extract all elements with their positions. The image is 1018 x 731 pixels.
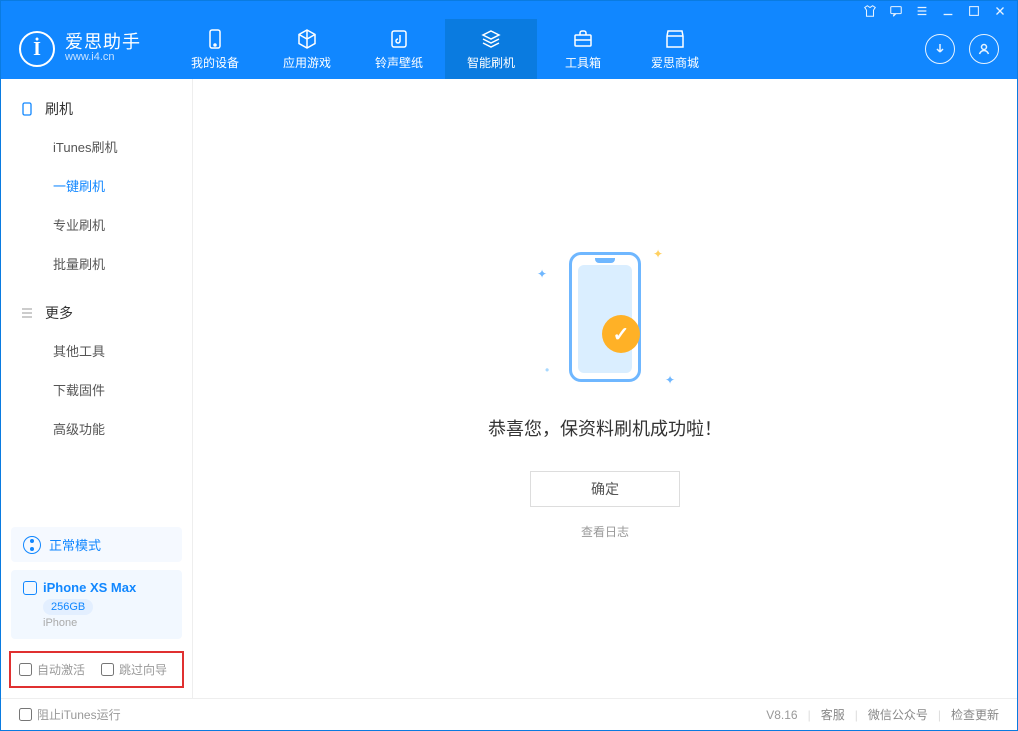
block-itunes-checkbox[interactable]: 阻止iTunes运行: [19, 706, 121, 723]
sidebar-item-download-firmware[interactable]: 下载固件: [1, 370, 192, 409]
store-icon: [663, 27, 687, 51]
nav-label: 我的设备: [191, 54, 239, 71]
divider: |: [808, 708, 811, 722]
cube-icon: [295, 27, 319, 51]
nav-ringtones[interactable]: 铃声壁纸: [353, 19, 445, 79]
sparkle-icon: •: [545, 363, 549, 377]
auto-activate-label: 自动激活: [37, 661, 85, 678]
mode-label: 正常模式: [49, 535, 101, 554]
sidebar-item-advanced[interactable]: 高级功能: [1, 409, 192, 448]
music-icon: [387, 27, 411, 51]
nav-label: 应用游戏: [283, 54, 331, 71]
device-name: iPhone XS Max: [43, 580, 136, 595]
nav-label: 爱思商城: [651, 54, 699, 71]
view-log-link[interactable]: 查看日志: [581, 523, 629, 540]
sidebar-section-more: 更多 其他工具 下载固件 高级功能: [1, 283, 192, 448]
device-type: iPhone: [43, 617, 170, 629]
sidebar-item-oneclick-flash[interactable]: 一键刷机: [1, 166, 192, 205]
nav-apps[interactable]: 应用游戏: [261, 19, 353, 79]
nav-label: 工具箱: [565, 54, 601, 71]
sparkle-icon: ✦: [665, 373, 675, 387]
wechat-link[interactable]: 微信公众号: [868, 706, 928, 723]
flash-options: 自动激活 跳过向导: [9, 651, 184, 688]
success-message: 恭喜您，保资料刷机成功啦！: [488, 415, 722, 441]
body: 刷机 iTunes刷机 一键刷机 专业刷机 批量刷机 更多 其他工具 下载固件 …: [1, 79, 1017, 698]
device-mode[interactable]: 正常模式: [11, 527, 182, 562]
divider: |: [855, 708, 858, 722]
header-right: [925, 34, 999, 64]
list-icon: [19, 305, 35, 321]
device-storage: 256GB: [43, 599, 93, 615]
nav-toolbox[interactable]: 工具箱: [537, 19, 629, 79]
phone-illustration: ✓: [569, 252, 641, 382]
sidebar-item-other-tools[interactable]: 其他工具: [1, 331, 192, 370]
section-head: 更多: [1, 299, 192, 331]
toolbox-icon: [571, 27, 595, 51]
user-button[interactable]: [969, 34, 999, 64]
customer-service-link[interactable]: 客服: [821, 706, 845, 723]
logo-icon: İ: [19, 31, 55, 67]
statusbar: 阻止iTunes运行 V8.16 | 客服 | 微信公众号 | 检查更新: [1, 698, 1017, 730]
section-head: 刷机: [1, 95, 192, 127]
app-window: İ 爱思助手 www.i4.cn 我的设备 应用游戏 铃声壁纸 智能刷机: [0, 0, 1018, 731]
feedback-icon[interactable]: [889, 4, 903, 18]
sparkle-icon: ✦: [537, 267, 547, 281]
app-name: 爱思助手: [65, 33, 141, 51]
minimize-icon[interactable]: [941, 4, 955, 18]
nav-store[interactable]: 爱思商城: [629, 19, 721, 79]
top-nav: 我的设备 应用游戏 铃声壁纸 智能刷机 工具箱 爱思商城: [169, 19, 721, 79]
sidebar-item-itunes-flash[interactable]: iTunes刷机: [1, 127, 192, 166]
skip-guide-checkbox[interactable]: 跳过向导: [101, 661, 167, 678]
mode-icon: [23, 536, 41, 554]
device-panel[interactable]: iPhone XS Max 256GB iPhone: [11, 570, 182, 639]
auto-activate-checkbox[interactable]: 自动激活: [19, 661, 85, 678]
section-title: 更多: [45, 303, 73, 323]
ok-button[interactable]: 确定: [530, 471, 680, 507]
tshirt-icon[interactable]: [863, 4, 877, 18]
device-phone-icon: [23, 581, 37, 595]
close-icon[interactable]: [993, 4, 1007, 18]
titlebar: [1, 1, 1017, 19]
gear-icon: [479, 27, 503, 51]
skip-guide-label: 跳过向导: [119, 661, 167, 678]
nav-label: 智能刷机: [467, 54, 515, 71]
header: İ 爱思助手 www.i4.cn 我的设备 应用游戏 铃声壁纸 智能刷机: [1, 19, 1017, 79]
success-illustration: ✦ ✦ • ✦ ✓: [525, 237, 685, 397]
logo: İ 爱思助手 www.i4.cn: [19, 31, 141, 67]
check-icon: ✓: [602, 315, 640, 353]
main-content: ✦ ✦ • ✦ ✓ 恭喜您，保资料刷机成功啦！ 确定 查看日志: [193, 79, 1017, 698]
version-label: V8.16: [766, 708, 797, 722]
sidebar-item-batch-flash[interactable]: 批量刷机: [1, 244, 192, 283]
check-update-link[interactable]: 检查更新: [951, 706, 999, 723]
download-button[interactable]: [925, 34, 955, 64]
sidebar: 刷机 iTunes刷机 一键刷机 专业刷机 批量刷机 更多 其他工具 下载固件 …: [1, 79, 193, 698]
device-icon: [203, 27, 227, 51]
sidebar-section-flash: 刷机 iTunes刷机 一键刷机 专业刷机 批量刷机: [1, 79, 192, 283]
nav-flash[interactable]: 智能刷机: [445, 19, 537, 79]
section-title: 刷机: [45, 99, 73, 119]
nav-my-device[interactable]: 我的设备: [169, 19, 261, 79]
menu-icon[interactable]: [915, 4, 929, 18]
sparkle-icon: ✦: [653, 247, 663, 261]
block-itunes-label: 阻止iTunes运行: [37, 706, 121, 723]
sidebar-item-pro-flash[interactable]: 专业刷机: [1, 205, 192, 244]
phone-icon: [19, 101, 35, 117]
divider: |: [938, 708, 941, 722]
nav-label: 铃声壁纸: [375, 54, 423, 71]
maximize-icon[interactable]: [967, 4, 981, 18]
app-url: www.i4.cn: [65, 51, 141, 64]
